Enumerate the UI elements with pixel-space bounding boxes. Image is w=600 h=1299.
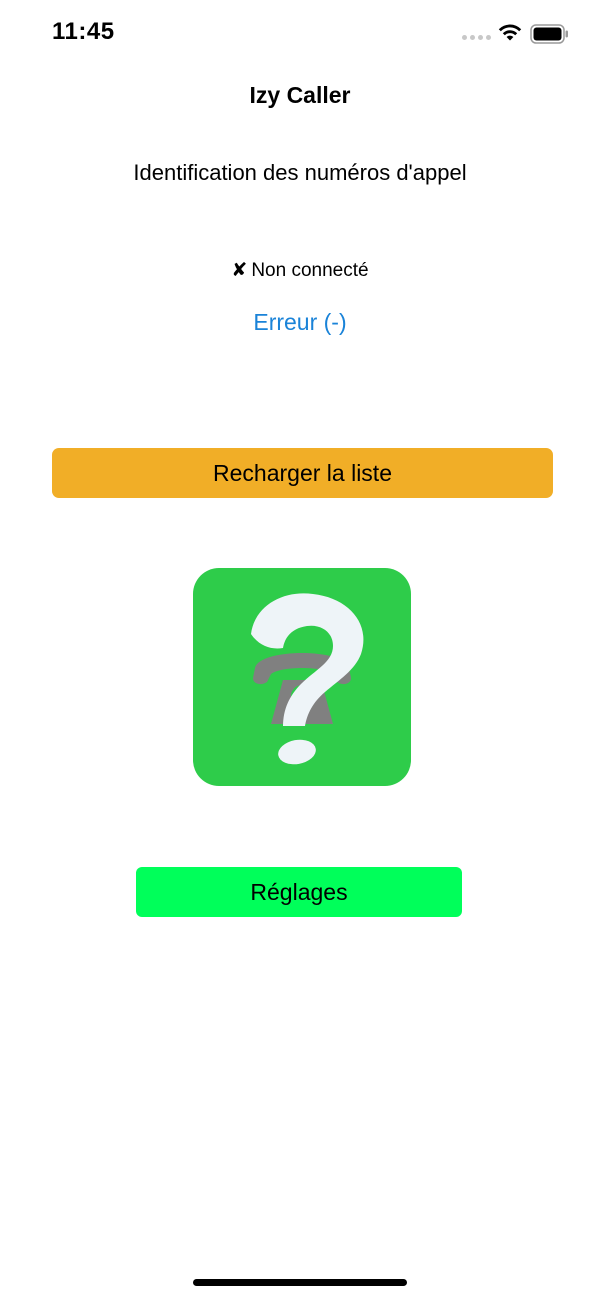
phone-question-mark-logo bbox=[193, 568, 411, 786]
reload-list-label: Recharger la liste bbox=[213, 459, 392, 486]
status-time: 11:45 bbox=[52, 18, 115, 45]
app-screen: 11:45 Izy Caller Identification des numé… bbox=[0, 0, 600, 1299]
battery-icon bbox=[530, 24, 568, 44]
error-link[interactable]: Erreur (-) bbox=[0, 309, 600, 336]
cross-mark-icon: ✘ bbox=[231, 260, 248, 281]
signal-dots-icon bbox=[462, 35, 491, 40]
settings-button[interactable]: Réglages bbox=[136, 867, 462, 917]
settings-label: Réglages bbox=[250, 878, 348, 905]
app-title: Izy Caller bbox=[249, 82, 351, 108]
app-subtitle: Identification des numéros d'appel bbox=[133, 160, 467, 185]
wifi-icon bbox=[498, 24, 522, 41]
connection-status: ✘ Non connecté bbox=[0, 259, 600, 282]
home-indicator[interactable] bbox=[193, 1279, 407, 1286]
reload-list-button[interactable]: Recharger la liste bbox=[52, 448, 553, 498]
connection-status-label: Non connecté bbox=[251, 260, 369, 281]
status-bar: 11:45 bbox=[0, 0, 600, 66]
